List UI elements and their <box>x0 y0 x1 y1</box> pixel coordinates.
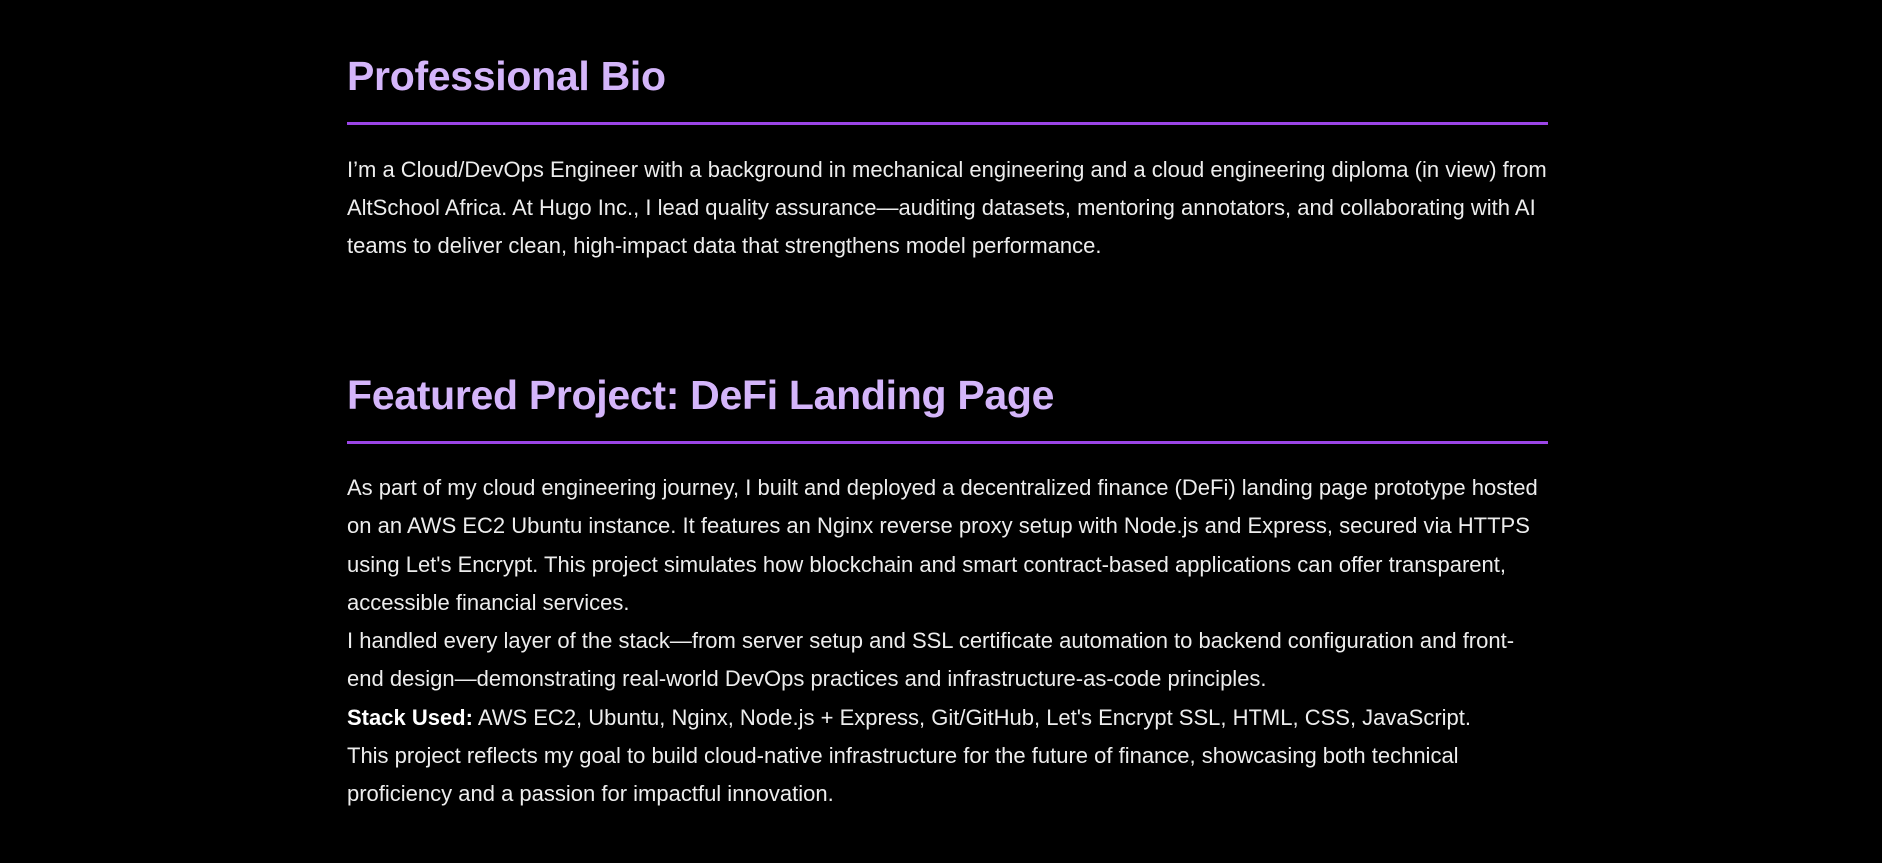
stack-used-value: AWS EC2, Ubuntu, Nginx, Node.js + Expres… <box>472 704 1471 730</box>
project-stack-line: Stack Used: AWS EC2, Ubuntu, Nginx, Node… <box>347 699 1548 737</box>
page: Professional Bio I’m a Cloud/DevOps Engi… <box>0 0 1882 863</box>
project-paragraph-goal: This project reflects my goal to build c… <box>347 743 1459 807</box>
bio-divider <box>347 122 1548 125</box>
stack-used-label: Stack Used: <box>347 704 473 730</box>
project-paragraph-intro: As part of my cloud engineering journey,… <box>347 475 1538 615</box>
project-body: As part of my cloud engineering journey,… <box>347 469 1548 814</box>
project-divider <box>347 441 1548 444</box>
project-paragraph-stack-work: I handled every layer of the stack—from … <box>347 628 1515 692</box>
bio-heading: Professional Bio <box>347 53 666 99</box>
bio-paragraph: I’m a Cloud/DevOps Engineer with a backg… <box>347 157 1547 258</box>
project-heading: Featured Project: DeFi Landing Page <box>347 372 1055 418</box>
